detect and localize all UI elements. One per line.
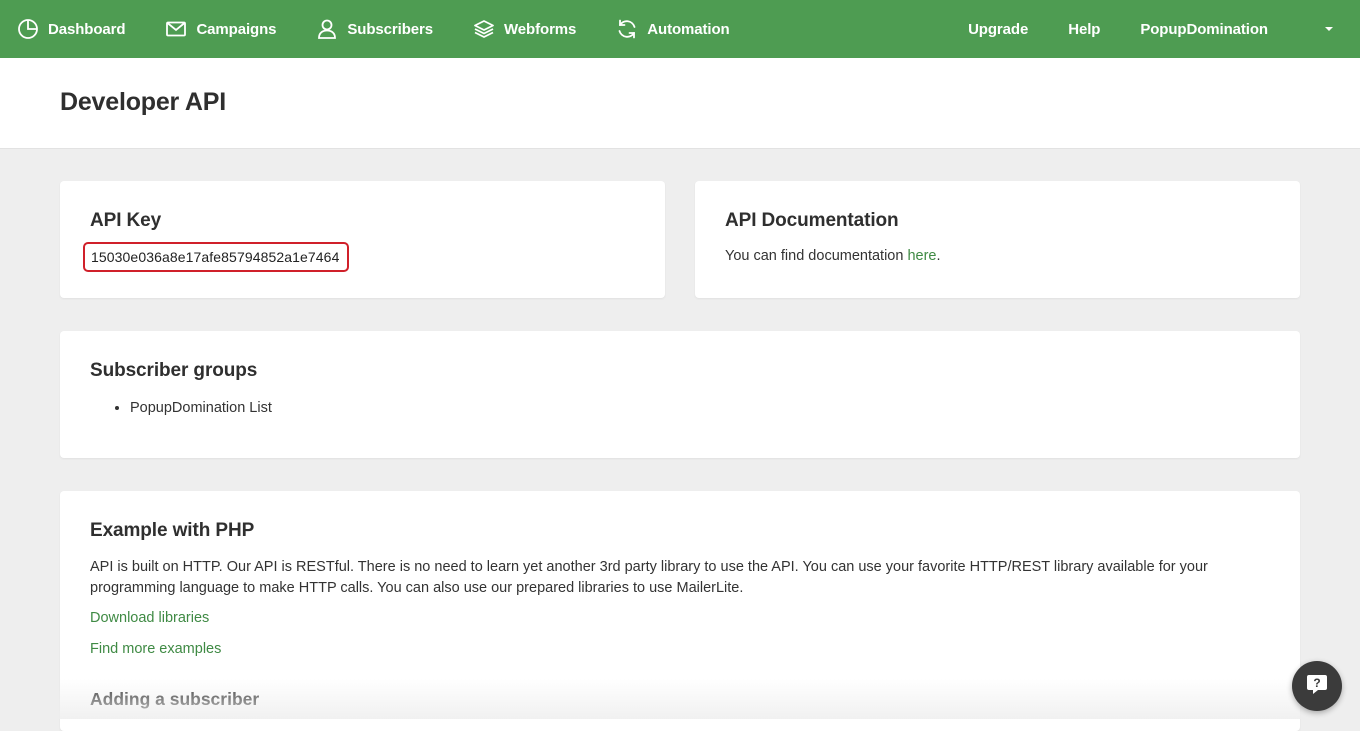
account-name: PopupDomination [1140,20,1268,38]
envelope-icon [165,18,187,40]
php-example-card: Example with PHP API is built on HTTP. O… [60,491,1300,731]
subscriber-groups-list: PopupDomination List [90,398,272,418]
nav-subscribers-label: Subscribers [347,20,434,38]
chat-help-icon: ? [1305,672,1329,701]
nav-automation[interactable]: Automation [616,0,730,58]
documentation-here-link[interactable]: here [907,248,936,264]
nav-dashboard-label: Dashboard [48,20,126,38]
subscriber-groups-heading: Subscriber groups [90,360,258,381]
php-description: API is built on HTTP. Our API is RESTful… [90,559,1208,596]
page-title: Developer API [60,88,226,116]
account-nav: Upgrade Help PopupDomination [968,0,1360,58]
nav-webforms-label: Webforms [504,20,577,38]
nav-subscribers[interactable]: Subscribers [316,0,433,58]
download-libraries-link[interactable]: Download libraries [90,610,209,626]
refresh-icon [616,18,638,40]
documentation-text: You can find documentation here. [725,248,941,264]
nav-automation-label: Automation [647,20,730,38]
page-header: Developer API [0,58,1360,149]
layers-icon [473,18,495,40]
adding-subscriber-heading: Adding a subscriber [90,689,260,709]
nav-campaigns[interactable]: Campaigns [165,0,277,58]
svg-text:?: ? [1313,676,1320,690]
main-nav: Dashboard Campaigns Subscribers Webforms… [0,0,770,58]
dashboard-icon [17,18,39,40]
api-documentation-heading: API Documentation [725,210,899,231]
api-documentation-card: API Documentation You can find documenta… [695,181,1300,298]
nav-campaigns-label: Campaigns [196,20,277,38]
nav-help[interactable]: Help [1068,0,1100,58]
api-key-value[interactable]: 15030e036a8e17afe85794852a1e7464 [83,242,350,272]
nav-upgrade-label: Upgrade [968,20,1029,38]
help-chat-button[interactable]: ? [1292,661,1342,711]
find-more-examples-link[interactable]: Find more examples [90,641,221,657]
nav-dashboard[interactable]: Dashboard [17,0,126,58]
nav-upgrade[interactable]: Upgrade [968,0,1028,58]
documentation-text-before: You can find documentation [725,248,908,264]
documentation-text-after: . [936,248,941,264]
user-icon [316,18,338,40]
nav-help-label: Help [1068,20,1101,38]
caret-down-icon[interactable] [1314,0,1344,58]
api-key-heading: API Key [90,210,162,231]
php-example-heading: Example with PHP [90,520,255,541]
api-key-card: API Key 15030e036a8e17afe85794852a1e7464 [60,181,665,298]
top-navigation-bar: Dashboard Campaigns Subscribers Webforms… [0,0,1360,58]
nav-webforms[interactable]: Webforms [473,0,576,58]
subscriber-groups-card: Subscriber groups PopupDomination List [60,331,1300,458]
account-menu[interactable]: PopupDomination [1140,0,1352,58]
list-item: PopupDomination List [130,398,272,418]
